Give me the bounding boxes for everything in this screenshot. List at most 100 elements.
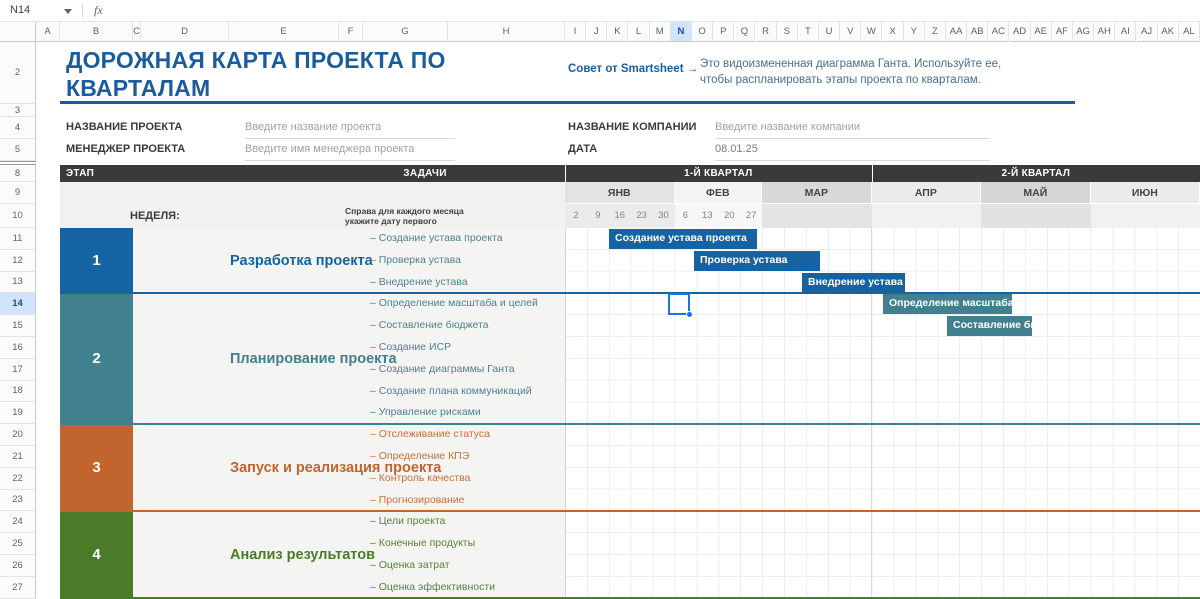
row-header-9[interactable]: 9 xyxy=(0,182,36,204)
gantt-bar[interactable]: Внедрение устава xyxy=(802,273,905,293)
column-header-AC[interactable]: AC xyxy=(988,22,1009,42)
column-header-AH[interactable]: AH xyxy=(1094,22,1115,42)
row-header-5[interactable]: 5 xyxy=(0,139,36,161)
column-header-AF[interactable]: AF xyxy=(1052,22,1073,42)
column-header-F[interactable]: F xyxy=(339,22,363,42)
quarter-header-2[interactable]: 2-Й КВАРТАЛ xyxy=(872,165,1200,182)
column-header-S[interactable]: S xyxy=(777,22,798,42)
week-number-cell[interactable]: 13 xyxy=(696,204,718,228)
row-header-21[interactable]: 21 xyxy=(0,446,36,468)
column-header-J[interactable]: J xyxy=(586,22,607,42)
phase-number-cell-1[interactable]: 1 xyxy=(60,228,133,293)
column-header-AJ[interactable]: AJ xyxy=(1137,22,1158,42)
row-header-4[interactable]: 4 xyxy=(0,117,36,139)
week-number-cell[interactable]: 20 xyxy=(718,204,740,228)
column-header-T[interactable]: T xyxy=(798,22,819,42)
column-header-AD[interactable]: AD xyxy=(1010,22,1031,42)
gantt-bar[interactable]: Определение масштаба и целей xyxy=(883,294,1012,314)
column-header-AB[interactable]: AB xyxy=(967,22,988,42)
column-header-M[interactable]: M xyxy=(650,22,671,42)
task-item[interactable]: – Цели проекта xyxy=(370,511,565,533)
row-header-22[interactable]: 22 xyxy=(0,468,36,490)
corner-box[interactable] xyxy=(0,22,36,42)
task-item[interactable]: – Оценка эффективности xyxy=(370,577,565,599)
month-cell-МАР[interactable]: МАР xyxy=(762,182,872,204)
row-header-24[interactable]: 24 xyxy=(0,511,36,533)
row-header-14[interactable]: 14 xyxy=(0,293,36,315)
week-number-cell[interactable]: 30 xyxy=(653,204,675,228)
column-header-K[interactable]: K xyxy=(607,22,628,42)
row-header-23[interactable]: 23 xyxy=(0,490,36,512)
week-number-cell[interactable]: 6 xyxy=(675,204,697,228)
row-header-13[interactable]: 13 xyxy=(0,272,36,294)
task-item[interactable]: – Создание плана коммуникаций xyxy=(370,381,565,403)
phase-number-cell-2[interactable]: 2 xyxy=(60,293,133,424)
task-item[interactable]: – Отслеживание статуса xyxy=(370,424,565,446)
month-cell-ФЕВ[interactable]: ФЕВ xyxy=(675,182,763,204)
formula-bar[interactable]: N14 fx xyxy=(0,0,1200,22)
phase-number-cell-4[interactable]: 4 xyxy=(60,511,133,598)
column-header-H[interactable]: H xyxy=(448,22,565,42)
row-header-10[interactable]: 10 xyxy=(0,204,36,228)
row-header-20[interactable]: 20 xyxy=(0,424,36,446)
column-header-Z[interactable]: Z xyxy=(925,22,946,42)
row-header-27[interactable]: 27 xyxy=(0,577,36,599)
stage-column-header[interactable]: ЭТАП xyxy=(66,165,94,182)
column-header-V[interactable]: V xyxy=(840,22,861,42)
column-header-AK[interactable]: AK xyxy=(1158,22,1179,42)
form-field-value[interactable]: 08.01.25 xyxy=(715,143,758,155)
week-number-cell[interactable]: 27 xyxy=(740,204,762,228)
task-item[interactable]: – Контроль качества xyxy=(370,468,565,490)
task-item[interactable]: – Создание диаграммы Ганта xyxy=(370,359,565,381)
month-cell-МАЙ[interactable]: МАЙ xyxy=(981,182,1091,204)
column-header-E[interactable]: E xyxy=(229,22,339,42)
row-header-19[interactable]: 19 xyxy=(0,402,36,424)
row-header-17[interactable]: 17 xyxy=(0,359,36,381)
task-item[interactable]: – Конечные продукты xyxy=(370,533,565,555)
column-header-A[interactable]: A xyxy=(36,22,60,42)
task-item[interactable]: – Создание ИСР xyxy=(370,337,565,359)
name-box[interactable]: N14 xyxy=(10,4,30,16)
quarter-header-1[interactable]: 1-Й КВАРТАЛ xyxy=(565,165,872,182)
row-header-26[interactable]: 26 xyxy=(0,555,36,577)
task-item[interactable]: – Прогнозирование xyxy=(370,490,565,512)
month-cell-ИЮН[interactable]: ИЮН xyxy=(1091,182,1200,204)
column-header-C[interactable]: C xyxy=(133,22,141,42)
row-header-3[interactable]: 3 xyxy=(0,104,36,117)
row-header-16[interactable]: 16 xyxy=(0,337,36,359)
row-header-15[interactable]: 15 xyxy=(0,315,36,337)
column-header-W[interactable]: W xyxy=(861,22,882,42)
task-item[interactable]: – Внедрение устава xyxy=(370,272,565,294)
column-header-AI[interactable]: AI xyxy=(1115,22,1136,42)
week-label[interactable]: НЕДЕЛЯ: xyxy=(130,204,180,228)
column-header-I[interactable]: I xyxy=(565,22,586,42)
gantt-bar[interactable]: Составление бюджета xyxy=(947,316,1032,336)
column-header-O[interactable]: O xyxy=(692,22,713,42)
week-number-cell[interactable]: 2 xyxy=(565,204,587,228)
task-item[interactable]: – Управление рисками xyxy=(370,402,565,424)
column-header-B[interactable]: B xyxy=(60,22,133,42)
phase-number-cell-3[interactable]: 3 xyxy=(60,424,133,511)
task-item[interactable]: – Определение масштаба и целей xyxy=(370,293,565,315)
column-header-R[interactable]: R xyxy=(756,22,777,42)
row-header-2[interactable]: 2 xyxy=(0,42,36,104)
chevron-down-icon[interactable] xyxy=(64,9,72,14)
row-header-25[interactable]: 25 xyxy=(0,533,36,555)
week-number-cell[interactable]: 9 xyxy=(587,204,609,228)
row-header-12[interactable]: 12 xyxy=(0,250,36,272)
month-cell-ЯНВ[interactable]: ЯНВ xyxy=(565,182,675,204)
column-header-AL[interactable]: AL xyxy=(1179,22,1200,42)
column-header-AG[interactable]: AG xyxy=(1073,22,1094,42)
task-item[interactable]: – Определение КПЭ xyxy=(370,446,565,468)
tasks-column-header[interactable]: ЗАДАЧИ xyxy=(340,165,510,182)
column-header-G[interactable]: G xyxy=(363,22,448,42)
week-number-cell[interactable]: 23 xyxy=(631,204,653,228)
column-header-L[interactable]: L xyxy=(629,22,650,42)
column-header-P[interactable]: P xyxy=(713,22,734,42)
gantt-bar[interactable]: Проверка устава xyxy=(694,251,820,271)
column-header-Y[interactable]: Y xyxy=(904,22,925,42)
month-cell-АПР[interactable]: АПР xyxy=(872,182,982,204)
task-item[interactable]: – Оценка затрат xyxy=(370,555,565,577)
week-number-cell[interactable]: 16 xyxy=(609,204,631,228)
row-header-11[interactable]: 11 xyxy=(0,228,36,250)
